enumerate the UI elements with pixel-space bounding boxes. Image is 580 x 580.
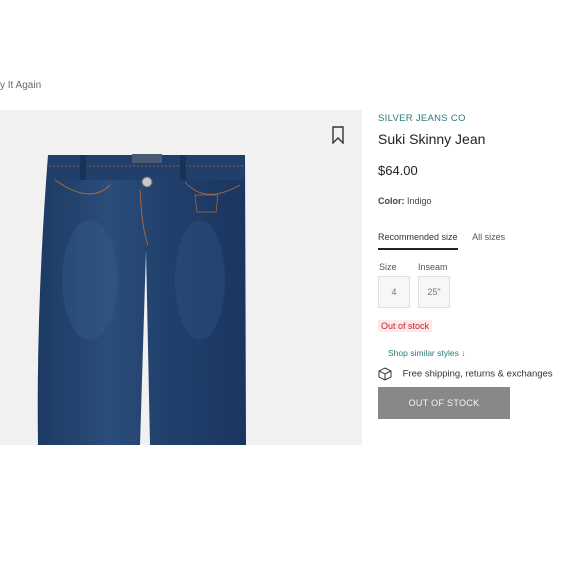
size-option[interactable]: 4 [378, 276, 410, 308]
box-icon [378, 367, 392, 381]
shop-similar-link[interactable]: Shop similar styles ↓ [388, 348, 465, 358]
product-price: $64.00 [378, 163, 418, 178]
product-image [0, 110, 362, 445]
inseam-option[interactable]: 25" [418, 276, 450, 308]
size-tabs: Recommended size All sizes [378, 232, 517, 250]
size-label: Size [379, 262, 397, 272]
tab-all-sizes[interactable]: All sizes [472, 232, 505, 248]
shipping-info: Free shipping, returns & exchanges [378, 367, 553, 381]
color-label: Color: [378, 196, 405, 206]
product-title: Suki Skinny Jean [378, 131, 486, 147]
bookmark-icon[interactable] [330, 126, 346, 144]
inseam-label: Inseam [418, 262, 448, 272]
shipping-text: Free shipping, returns & exchanges [402, 368, 553, 380]
color-value: Indigo [407, 196, 432, 206]
stock-status-badge: Out of stock [378, 320, 433, 332]
brand-link[interactable]: SILVER JEANS CO [378, 113, 466, 124]
color-line: Color: Indigo [378, 196, 432, 206]
out-of-stock-button[interactable]: OUT OF STOCK [378, 387, 510, 419]
breadcrumb[interactable]: y It Again [0, 80, 41, 91]
tab-recommended-size[interactable]: Recommended size [378, 232, 458, 250]
